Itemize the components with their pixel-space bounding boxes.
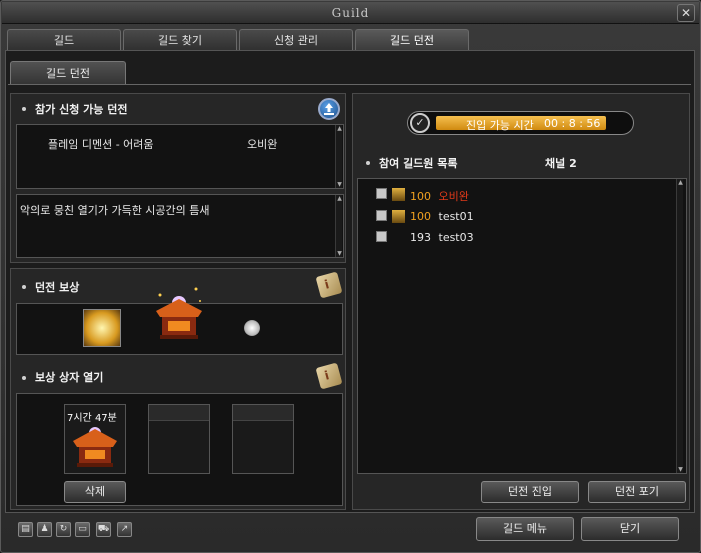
tab-application-management[interactable]: 신청 관리 xyxy=(239,29,353,51)
empty-reward-slot[interactable] xyxy=(232,404,294,474)
member-level: 100 xyxy=(410,190,431,203)
guild-tree-icon[interactable]: ▤ xyxy=(18,522,33,537)
class-icon xyxy=(392,188,405,201)
ticket-icon[interactable]: ▭ xyxy=(75,522,90,537)
member-list-box xyxy=(357,178,687,474)
treasure-chest-reward-icon[interactable] xyxy=(150,281,208,345)
reward-header: 던전 보상 xyxy=(35,281,80,294)
dungeon-list-box xyxy=(16,124,344,189)
member-icon[interactable]: ♟ xyxy=(37,522,52,537)
give-up-dungeon-button[interactable]: 던전 포기 xyxy=(588,481,686,503)
clock-icon: ✓ xyxy=(410,113,430,133)
member-level: 193 xyxy=(410,231,431,244)
member-row[interactable]: 100 오비완 xyxy=(410,188,469,204)
dungeon-entry-applicant: 오비완 xyxy=(247,138,278,151)
dungeon-list-scrollbar[interactable]: ▲ ▼ xyxy=(335,125,342,188)
scroll-down-icon[interactable]: ▼ xyxy=(336,250,343,257)
description-scrollbar[interactable]: ▲ ▼ xyxy=(335,195,342,257)
bullet xyxy=(22,107,26,111)
close-button[interactable]: 닫기 xyxy=(581,517,679,541)
channel-label: 채널 2 xyxy=(545,157,577,170)
delete-button[interactable]: 삭제 xyxy=(64,481,126,503)
crossed-swords-icon xyxy=(376,188,387,199)
refresh-icon[interactable]: ↻ xyxy=(56,522,71,537)
member-row[interactable]: 193 test03 xyxy=(410,231,474,244)
export-icon[interactable]: ↗ xyxy=(117,522,132,537)
member-list-scrollbar[interactable]: ▲ ▼ xyxy=(676,179,683,473)
member-name: 오비완 xyxy=(438,190,469,203)
dungeon-description: 악의로 뭉친 열기가 가득한 시공간의 틈새 xyxy=(20,204,210,217)
reward-box-header: 보상 상자 열기 xyxy=(35,371,104,384)
entry-time-value: 00 : 8 : 56 xyxy=(544,117,601,130)
shop-cart-icon[interactable]: ⛟ xyxy=(96,522,111,537)
reward-box-slot[interactable]: 7시간 47분 xyxy=(64,404,126,474)
title-bar[interactable]: Guild ✕ xyxy=(2,2,699,24)
tab-guild[interactable]: 길드 xyxy=(7,29,121,51)
crystal-reward-icon[interactable] xyxy=(244,320,260,336)
tab-guild-search[interactable]: 길드 찾기 xyxy=(123,29,237,51)
enter-dungeon-button[interactable]: 던전 진입 xyxy=(481,481,579,503)
entry-time-label: 진입 가능 시간 xyxy=(466,119,534,132)
window-title: Guild xyxy=(331,6,370,20)
class-icon xyxy=(392,210,405,223)
scroll-down-icon[interactable]: ▼ xyxy=(336,181,343,188)
crossed-swords-icon xyxy=(376,231,387,242)
bullet xyxy=(22,285,26,289)
crossed-swords-icon xyxy=(376,210,387,221)
member-row[interactable]: 100 test01 xyxy=(410,210,474,223)
member-name: test03 xyxy=(438,231,474,244)
upload-icon[interactable] xyxy=(318,98,340,120)
members-header: 참여 길드원 목록 xyxy=(379,157,458,170)
member-name: test01 xyxy=(438,210,474,223)
scroll-up-icon[interactable]: ▲ xyxy=(336,125,343,132)
subtab-guild-dungeon[interactable]: 길드 던전 xyxy=(10,61,126,85)
divider xyxy=(8,84,691,85)
entry-time-bar: ✓ 진입 가능 시간 00 : 8 : 56 xyxy=(407,111,634,135)
member-level: 100 xyxy=(410,210,431,223)
scroll-up-icon[interactable]: ▲ xyxy=(336,195,343,202)
scroll-down-icon[interactable]: ▼ xyxy=(677,466,684,473)
close-icon[interactable]: ✕ xyxy=(677,4,695,22)
bullet xyxy=(366,161,370,165)
gold-orb-reward-icon[interactable] xyxy=(83,309,121,347)
reward-box-timer: 7시간 47분 xyxy=(67,413,117,424)
dungeon-entry-name[interactable]: 플레임 디멘션 - 어려움 xyxy=(48,136,154,152)
dungeon-list-header: 참가 신청 가능 던전 xyxy=(35,103,128,116)
empty-reward-slot[interactable] xyxy=(148,404,210,474)
guild-menu-button[interactable]: 길드 메뉴 xyxy=(476,517,574,541)
scroll-up-icon[interactable]: ▲ xyxy=(677,179,684,186)
bullet xyxy=(22,376,26,380)
tab-guild-dungeon[interactable]: 길드 던전 xyxy=(355,29,469,51)
